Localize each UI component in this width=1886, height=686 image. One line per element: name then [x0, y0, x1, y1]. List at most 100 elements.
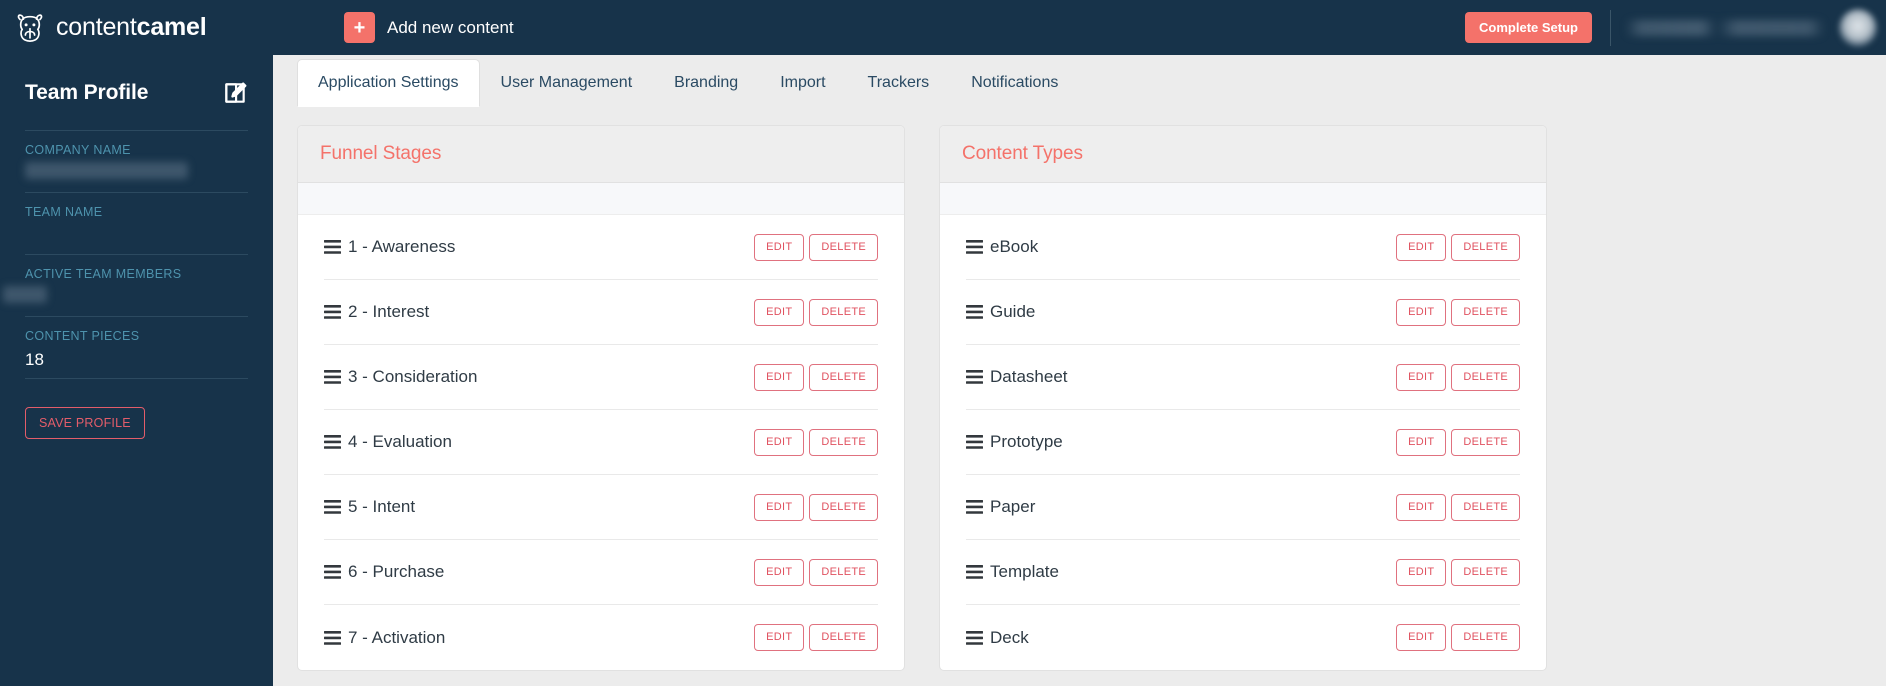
edit-button[interactable]: EDIT [754, 624, 805, 651]
delete-button[interactable]: DELETE [809, 363, 878, 391]
field-label-content-pieces: CONTENT PIECES [25, 329, 140, 343]
save-profile-wrapper: SAVE PROFILE [25, 379, 248, 439]
content-type-label: Deck [990, 627, 1029, 647]
content-types-list: eBook EDIT DELETE Guide EDIT DELETE Datasheet E… [940, 215, 1546, 670]
content-types-card-spacer [940, 183, 1546, 215]
tab-branding[interactable]: Branding [653, 59, 759, 107]
list-item: 3 - Consideration EDIT DELETE [324, 345, 878, 410]
top-navbar: contentcamel + Add new content Complete … [0, 0, 1886, 55]
edit-button[interactable]: EDIT [1396, 298, 1447, 326]
tab-notifications[interactable]: Notifications [950, 59, 1079, 107]
edit-pencil-square-icon[interactable] [222, 80, 248, 106]
drag-handle-icon[interactable] [966, 630, 983, 645]
save-profile-button[interactable]: SAVE PROFILE [25, 407, 145, 439]
funnel-stage-label: 4 - Evaluation [348, 432, 452, 451]
row-actions: EDIT DELETE [1396, 624, 1520, 651]
field-label-active-team-members: ACTIVE TEAM MEMBERS [25, 267, 182, 281]
row-actions: EDIT DELETE [1396, 363, 1520, 391]
row-actions: EDIT DELETE [754, 233, 878, 261]
row-actions: EDIT DELETE [754, 558, 878, 586]
edit-button[interactable]: EDIT [1396, 428, 1447, 456]
drag-handle-icon[interactable] [966, 370, 983, 384]
delete-button[interactable]: DELETE [1451, 298, 1520, 326]
delete-button[interactable]: DELETE [1451, 363, 1520, 391]
delete-button[interactable]: DELETE [809, 298, 878, 326]
edit-button[interactable]: EDIT [754, 428, 805, 456]
settings-tabs: Application Settings User Management Bra… [273, 55, 1886, 107]
row-actions: EDIT DELETE [754, 428, 878, 456]
delete-button[interactable]: DELETE [809, 624, 878, 651]
navbar-divider [1610, 9, 1611, 46]
sidebar-header: Team Profile [25, 55, 248, 130]
drag-handle-icon[interactable] [324, 240, 341, 254]
user-menu[interactable] [1625, 8, 1877, 47]
edit-button[interactable]: EDIT [1396, 233, 1447, 261]
drag-handle-icon[interactable] [324, 565, 341, 579]
drag-handle-icon[interactable] [324, 630, 341, 645]
drag-handle-icon[interactable] [324, 500, 341, 514]
list-item: 5 - Intent EDIT DELETE [324, 475, 878, 540]
delete-button[interactable]: DELETE [1451, 428, 1520, 456]
field-value-content-pieces: 18 [25, 350, 44, 369]
delete-button[interactable]: DELETE [809, 233, 878, 261]
list-item: Datasheet EDIT DELETE [966, 345, 1520, 410]
field-value-company-name [25, 162, 248, 186]
tab-application-settings[interactable]: Application Settings [297, 59, 480, 107]
edit-button[interactable]: EDIT [754, 298, 805, 326]
brand-logo-link[interactable]: contentcamel [0, 11, 330, 45]
drag-handle-icon[interactable] [324, 435, 341, 449]
drag-handle-icon[interactable] [966, 240, 983, 254]
list-item: Prototype EDIT DELETE [966, 410, 1520, 475]
drag-handle-icon[interactable] [966, 305, 983, 319]
add-new-content-button[interactable]: + Add new content [344, 12, 514, 43]
funnel-stage-label: 2 - Interest [348, 302, 430, 321]
row-actions: EDIT DELETE [754, 298, 878, 326]
edit-button[interactable]: EDIT [754, 363, 805, 391]
funnel-stages-card-spacer [298, 183, 904, 215]
delete-button[interactable]: DELETE [1451, 493, 1520, 521]
page-title: Team Profile [25, 80, 149, 104]
edit-button[interactable]: EDIT [1396, 493, 1447, 521]
navbar-right-group: Complete Setup [1465, 0, 1886, 55]
edit-button[interactable]: EDIT [754, 558, 805, 586]
tab-trackers[interactable]: Trackers [847, 59, 951, 107]
drag-handle-icon[interactable] [966, 435, 983, 449]
funnel-stage-label: 7 - Activation [348, 627, 446, 647]
tab-user-management[interactable]: User Management [480, 59, 654, 107]
settings-cards-row: Funnel Stages 1 - Awareness EDIT DELETE 2 -… [273, 107, 1886, 671]
row-actions: EDIT DELETE [754, 624, 878, 651]
funnel-stage-label: 1 - Awareness [348, 237, 456, 256]
drag-handle-icon[interactable] [324, 305, 341, 319]
brand-text-light: content [56, 13, 137, 41]
drag-handle-icon[interactable] [966, 500, 983, 514]
edit-button[interactable]: EDIT [1396, 624, 1447, 651]
drag-handle-icon[interactable] [966, 565, 983, 579]
brand-text-bold: camel [136, 13, 207, 41]
field-active-team-members: ACTIVE TEAM MEMBERS [3, 254, 248, 316]
funnel-stages-title: Funnel Stages [320, 143, 442, 164]
delete-button[interactable]: DELETE [1451, 624, 1520, 651]
funnel-stage-label: 5 - Intent [348, 497, 416, 516]
drag-handle-icon[interactable] [324, 370, 341, 384]
row-actions: EDIT DELETE [1396, 493, 1520, 521]
field-team-name: TEAM NAME [25, 192, 248, 254]
row-actions: EDIT DELETE [1396, 298, 1520, 326]
edit-button[interactable]: EDIT [754, 233, 805, 261]
list-item: 2 - Interest EDIT DELETE [324, 280, 878, 345]
field-label-team-name: TEAM NAME [25, 205, 103, 219]
delete-button[interactable]: DELETE [1451, 233, 1520, 261]
edit-button[interactable]: EDIT [1396, 363, 1447, 391]
delete-button[interactable]: DELETE [809, 428, 878, 456]
content-types-title: Content Types [962, 143, 1083, 164]
edit-button[interactable]: EDIT [1396, 558, 1447, 586]
delete-button[interactable]: DELETE [809, 493, 878, 521]
edit-button[interactable]: EDIT [754, 493, 805, 521]
complete-setup-button[interactable]: Complete Setup [1465, 12, 1592, 43]
avatar[interactable] [1839, 8, 1877, 47]
team-profile-sidebar: Team Profile COMPANY NAME TEAM NAME ACTI… [0, 55, 273, 686]
funnel-stages-list: 1 - Awareness EDIT DELETE 2 - Interest EDIT D… [298, 215, 904, 670]
add-new-content-label: Add new content [387, 17, 514, 37]
tab-import[interactable]: Import [759, 59, 846, 107]
delete-button[interactable]: DELETE [809, 558, 878, 586]
delete-button[interactable]: DELETE [1451, 558, 1520, 586]
